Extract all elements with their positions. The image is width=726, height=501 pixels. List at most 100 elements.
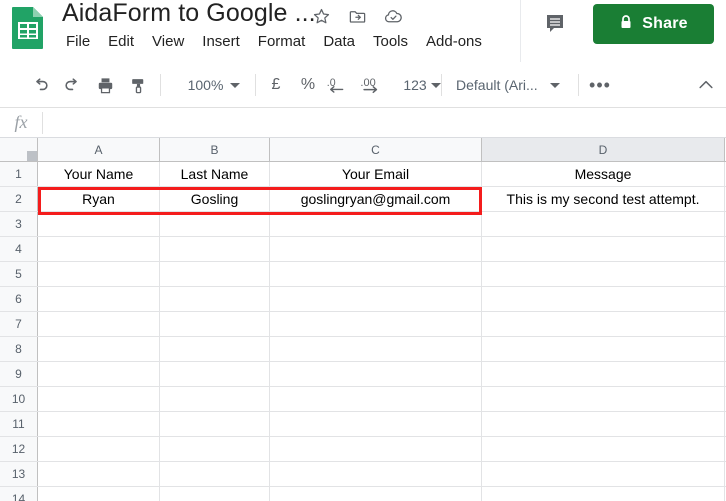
cell-B7[interactable] — [160, 312, 270, 336]
cell-D4[interactable] — [482, 237, 725, 261]
percent-format-button[interactable]: % — [294, 71, 322, 99]
cell-A12[interactable] — [38, 437, 160, 461]
menu-item-view[interactable]: View — [152, 31, 184, 53]
row-header-13[interactable]: 13 — [0, 462, 38, 486]
cell-D10[interactable] — [482, 387, 725, 411]
row-header-12[interactable]: 12 — [0, 437, 38, 461]
undo-icon[interactable] — [26, 71, 54, 99]
redo-icon[interactable] — [58, 71, 86, 99]
menu-item-format[interactable]: Format — [258, 31, 306, 53]
cell-C13[interactable] — [270, 462, 482, 486]
cell-D14[interactable] — [482, 487, 725, 501]
collapse-toolbar-button[interactable] — [692, 71, 720, 99]
cell-B9[interactable] — [160, 362, 270, 386]
row-header-5[interactable]: 5 — [0, 262, 38, 286]
cell-A3[interactable] — [38, 212, 160, 236]
cell-A9[interactable] — [38, 362, 160, 386]
row-header-10[interactable]: 10 — [0, 387, 38, 411]
cell-C11[interactable] — [270, 412, 482, 436]
column-header-c[interactable]: C — [270, 138, 482, 161]
print-icon[interactable] — [91, 71, 119, 99]
cell-B3[interactable] — [160, 212, 270, 236]
star-icon[interactable] — [310, 5, 332, 27]
share-button[interactable]: Share — [593, 4, 714, 44]
row-header-11[interactable]: 11 — [0, 412, 38, 436]
cell-D12[interactable] — [482, 437, 725, 461]
menu-item-add-ons[interactable]: Add-ons — [426, 31, 482, 53]
cell-D8[interactable] — [482, 337, 725, 361]
column-header-b[interactable]: B — [160, 138, 270, 161]
cell-C2[interactable]: goslingryan@gmail.com — [270, 187, 482, 211]
cell-B2[interactable]: Gosling — [160, 187, 270, 211]
cell-C1[interactable]: Your Email — [270, 162, 482, 186]
cell-B11[interactable] — [160, 412, 270, 436]
cell-B5[interactable] — [160, 262, 270, 286]
menu-item-insert[interactable]: Insert — [202, 31, 240, 53]
cell-A1[interactable]: Your Name — [38, 162, 160, 186]
zoom-selector[interactable]: 100% — [175, 71, 253, 99]
row-header-14[interactable]: 14 — [0, 487, 38, 501]
cell-C3[interactable] — [270, 212, 482, 236]
cell-B1[interactable]: Last Name — [160, 162, 270, 186]
cell-C5[interactable] — [270, 262, 482, 286]
cell-D3[interactable] — [482, 212, 725, 236]
row-header-1[interactable]: 1 — [0, 162, 38, 186]
row-header-8[interactable]: 8 — [0, 337, 38, 361]
cell-A5[interactable] — [38, 262, 160, 286]
currency-format-button[interactable]: £ — [262, 71, 290, 99]
cell-A2[interactable]: Ryan — [38, 187, 160, 211]
move-to-folder-icon[interactable] — [346, 5, 368, 27]
cell-D7[interactable] — [482, 312, 725, 336]
row-header-9[interactable]: 9 — [0, 362, 38, 386]
menu-item-file[interactable]: File — [66, 31, 90, 53]
row-header-3[interactable]: 3 — [0, 212, 38, 236]
cell-B4[interactable] — [160, 237, 270, 261]
menu-item-data[interactable]: Data — [323, 31, 355, 53]
formula-input[interactable] — [43, 110, 726, 135]
cell-A13[interactable] — [38, 462, 160, 486]
cell-A11[interactable] — [38, 412, 160, 436]
cell-B6[interactable] — [160, 287, 270, 311]
cell-C9[interactable] — [270, 362, 482, 386]
cell-C8[interactable] — [270, 337, 482, 361]
cell-B13[interactable] — [160, 462, 270, 486]
cell-D2[interactable]: This is my second test attempt. — [482, 187, 725, 211]
column-header-d[interactable]: D — [482, 138, 725, 161]
cell-A4[interactable] — [38, 237, 160, 261]
cell-D6[interactable] — [482, 287, 725, 311]
cell-A10[interactable] — [38, 387, 160, 411]
cell-A8[interactable] — [38, 337, 160, 361]
cell-D9[interactable] — [482, 362, 725, 386]
document-title[interactable]: AidaForm to Google ... — [62, 0, 316, 28]
cloud-saved-icon[interactable] — [382, 5, 404, 27]
select-all-corner[interactable] — [0, 138, 38, 161]
cell-C4[interactable] — [270, 237, 482, 261]
comment-icon[interactable] — [540, 8, 570, 38]
increase-decimal-button[interactable]: .00 — [358, 71, 394, 99]
cell-D13[interactable] — [482, 462, 725, 486]
cell-B10[interactable] — [160, 387, 270, 411]
cell-B8[interactable] — [160, 337, 270, 361]
row-header-4[interactable]: 4 — [0, 237, 38, 261]
menu-item-tools[interactable]: Tools — [373, 31, 408, 53]
cell-D5[interactable] — [482, 262, 725, 286]
font-selector[interactable]: Default (Ari... — [456, 71, 572, 99]
cell-A7[interactable] — [38, 312, 160, 336]
row-header-2[interactable]: 2 — [0, 187, 38, 211]
cell-C7[interactable] — [270, 312, 482, 336]
row-header-7[interactable]: 7 — [0, 312, 38, 336]
cell-D11[interactable] — [482, 412, 725, 436]
cell-B12[interactable] — [160, 437, 270, 461]
column-header-a[interactable]: A — [38, 138, 160, 161]
cell-B14[interactable] — [160, 487, 270, 501]
more-options-button[interactable]: ••• — [586, 71, 614, 99]
cell-A6[interactable] — [38, 287, 160, 311]
menu-item-edit[interactable]: Edit — [108, 31, 134, 53]
cell-C10[interactable] — [270, 387, 482, 411]
cell-A14[interactable] — [38, 487, 160, 501]
row-header-6[interactable]: 6 — [0, 287, 38, 311]
cell-C14[interactable] — [270, 487, 482, 501]
cell-C12[interactable] — [270, 437, 482, 461]
cell-C6[interactable] — [270, 287, 482, 311]
cell-D1[interactable]: Message — [482, 162, 725, 186]
